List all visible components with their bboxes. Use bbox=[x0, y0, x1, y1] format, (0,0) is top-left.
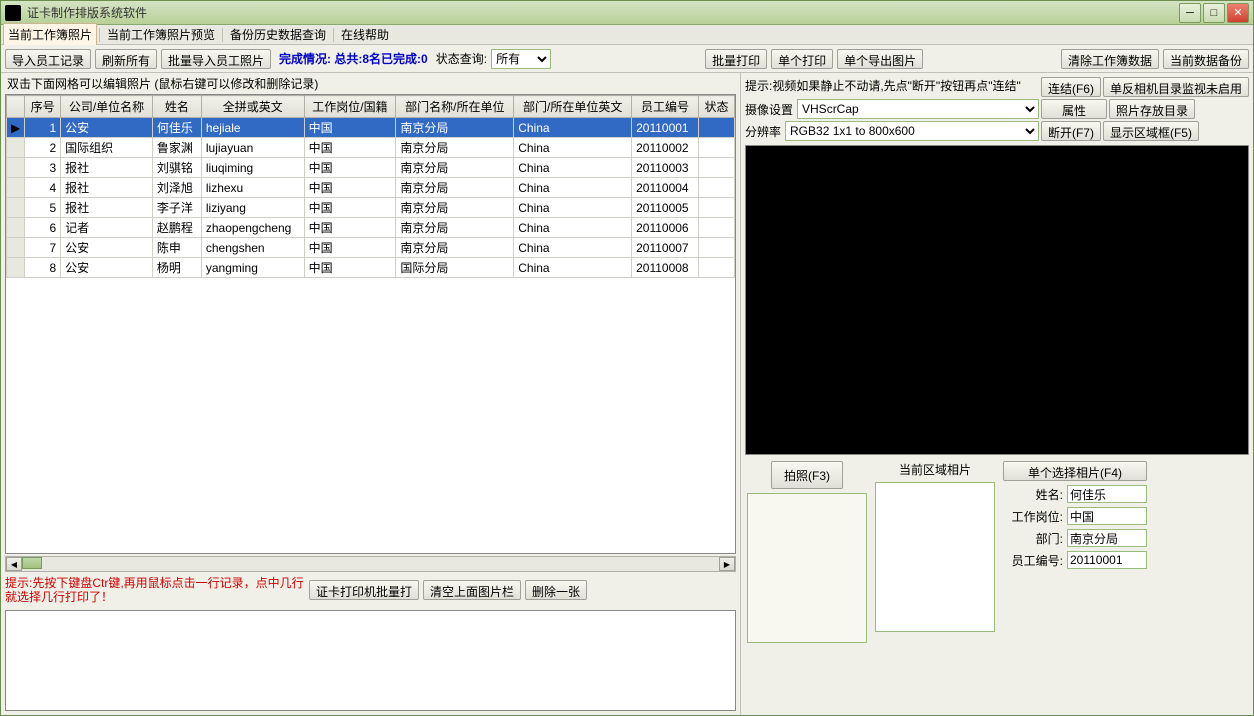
tab-preview[interactable]: 当前工作簿照片预览 bbox=[102, 23, 220, 46]
device-select[interactable]: VHScrCap bbox=[797, 99, 1039, 119]
photo-gallery bbox=[5, 610, 736, 711]
minimize-button[interactable]: ─ bbox=[1179, 3, 1201, 23]
camera-preview bbox=[745, 145, 1249, 455]
delete-one-button[interactable]: 删除一张 bbox=[525, 580, 587, 600]
table-row[interactable]: 3报社刘骐铭liuqiming中国南京分局China20110003 bbox=[7, 158, 735, 178]
menubar: 当前工作簿照片 当前工作簿照片预览 备份历史数据查询 在线帮助 bbox=[1, 25, 1253, 45]
close-button[interactable]: ✕ bbox=[1227, 3, 1249, 23]
region-photo-label: 当前区域相片 bbox=[899, 461, 971, 478]
table-row[interactable]: ▶1公安何佳乐hejiale中国南京分局China20110001 bbox=[7, 118, 735, 138]
capture-button[interactable]: 拍照(F3) bbox=[771, 461, 843, 489]
slr-monitor-button[interactable]: 单反相机目录监视未启用 bbox=[1103, 77, 1249, 97]
toolbar: 导入员工记录 刷新所有 批量导入员工照片 完成情况: 总共:8名已完成:0 状态… bbox=[1, 45, 1253, 73]
properties-button[interactable]: 属性 bbox=[1041, 99, 1107, 119]
refresh-button[interactable]: 刷新所有 bbox=[95, 49, 157, 69]
region-thumb bbox=[875, 482, 995, 632]
capture-thumb bbox=[747, 493, 867, 643]
disconnect-button[interactable]: 断开(F7) bbox=[1041, 121, 1101, 141]
completion-status: 完成情况: 总共:8名已完成:0 bbox=[275, 50, 432, 67]
app-icon bbox=[5, 5, 21, 21]
table-row[interactable]: 8公安杨明yangming中国国际分局China20110008 bbox=[7, 258, 735, 278]
single-print-button[interactable]: 单个打印 bbox=[771, 49, 833, 69]
grid-hint: 双击下面网格可以编辑照片 (鼠标右键可以修改和删除记录) bbox=[1, 73, 740, 94]
window-title: 证卡制作排版系统软件 bbox=[27, 4, 1179, 21]
tab-help[interactable]: 在线帮助 bbox=[336, 23, 394, 46]
eid-label: 员工编号: bbox=[1003, 552, 1063, 569]
scroll-thumb[interactable] bbox=[22, 557, 42, 569]
batch-print-button[interactable]: 批量打印 bbox=[705, 49, 767, 69]
employee-grid[interactable]: 序号公司/单位名称姓名全拼或英文工作岗位/国籍部门名称/所在单位部门/所在单位英… bbox=[5, 94, 736, 554]
table-row[interactable]: 4报社刘泽旭lizhexu中国南京分局China20110004 bbox=[7, 178, 735, 198]
photo-dir-button[interactable]: 照片存放目录 bbox=[1109, 99, 1195, 119]
clear-workbook-button[interactable]: 清除工作簿数据 bbox=[1061, 49, 1159, 69]
name-field[interactable] bbox=[1067, 485, 1147, 503]
tab-current-photos[interactable]: 当前工作簿照片 bbox=[3, 23, 97, 46]
maximize-button[interactable]: □ bbox=[1203, 3, 1225, 23]
table-row[interactable]: 2国际组织鲁家渊lujiayuan中国南京分局China20110002 bbox=[7, 138, 735, 158]
select-photo-button[interactable]: 单个选择相片(F4) bbox=[1003, 461, 1147, 481]
name-label: 姓名: bbox=[1003, 486, 1063, 503]
scroll-left-icon[interactable]: ◀ bbox=[6, 557, 22, 571]
status-filter-select[interactable]: 所有 bbox=[491, 49, 551, 69]
batch-import-button[interactable]: 批量导入员工照片 bbox=[161, 49, 271, 69]
job-label: 工作岗位: bbox=[1003, 508, 1063, 525]
camera-hint: 提示:视频如果静止不动请,先点"断开"按钮再点"连结" bbox=[745, 77, 1039, 97]
eid-field[interactable] bbox=[1067, 551, 1147, 569]
show-region-button[interactable]: 显示区域框(F5) bbox=[1103, 121, 1199, 141]
job-field[interactable] bbox=[1067, 507, 1147, 525]
tab-history[interactable]: 备份历史数据查询 bbox=[225, 23, 331, 46]
grid-hscroll[interactable]: ◀ ▶ bbox=[5, 556, 736, 572]
resolution-select[interactable]: RGB32 1x1 to 800x600 bbox=[785, 121, 1039, 141]
card-printer-batch-button[interactable]: 证卡打印机批量打 bbox=[309, 580, 419, 600]
backup-button[interactable]: 当前数据备份 bbox=[1163, 49, 1249, 69]
resolution-label: 分辨率 bbox=[745, 123, 781, 140]
single-export-button[interactable]: 单个导出图片 bbox=[837, 49, 923, 69]
dept-field[interactable] bbox=[1067, 529, 1147, 547]
table-row[interactable]: 5报社李子洋liziyang中国南京分局China20110005 bbox=[7, 198, 735, 218]
connect-button[interactable]: 连结(F6) bbox=[1041, 77, 1101, 97]
status-query-label: 状态查询: bbox=[436, 50, 487, 67]
clear-gallery-button[interactable]: 清空上面图片栏 bbox=[423, 580, 521, 600]
table-row[interactable]: 7公安陈申chengshen中国南京分局China20110007 bbox=[7, 238, 735, 258]
scroll-right-icon[interactable]: ▶ bbox=[719, 557, 735, 571]
titlebar[interactable]: 证卡制作排版系统软件 ─ □ ✕ bbox=[1, 1, 1253, 25]
dept-label: 部门: bbox=[1003, 530, 1063, 547]
selection-hint: 提示:先按下键盘Ctr键,再用鼠标点击一行记录，点中几行就选择几行打印了！ bbox=[5, 576, 305, 604]
table-row[interactable]: 6记者赵鹏程zhaopengcheng中国南京分局China20110006 bbox=[7, 218, 735, 238]
device-label: 摄像设置 bbox=[745, 101, 793, 118]
import-button[interactable]: 导入员工记录 bbox=[5, 49, 91, 69]
